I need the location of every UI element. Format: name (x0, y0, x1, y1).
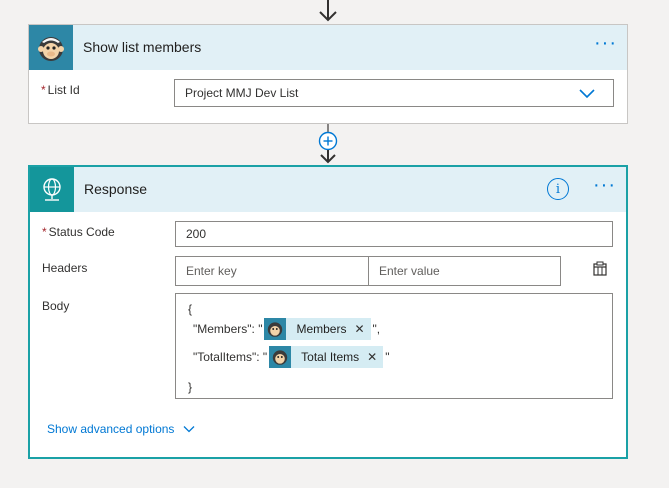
switch-text-mode-icon[interactable] (592, 261, 608, 277)
header-key-placeholder: Enter key (186, 264, 237, 278)
mailchimp-action-card[interactable]: Show list members ··· * List Id Project M… (28, 24, 628, 124)
more-options-button[interactable]: ··· (593, 175, 616, 195)
show-advanced-options-label: Show advanced options (47, 422, 175, 436)
chevron-down-icon (183, 426, 195, 433)
chevron-down-icon[interactable] (579, 87, 595, 99)
response-action-card[interactable]: Response i ··· * Status Code 200 Headers … (28, 165, 628, 459)
total-items-token-label: Total Items (301, 350, 360, 364)
globe-request-icon (30, 167, 74, 212)
members-token[interactable]: Members ✕ (264, 318, 371, 340)
total-key-text: "TotalItems": " (193, 350, 268, 364)
headers-label: Headers (42, 261, 88, 275)
list-id-value: Project MMJ Dev List (185, 86, 299, 100)
more-options-button[interactable]: ··· (594, 33, 617, 53)
body-members-line: "Members": " Members ✕ ", (193, 318, 380, 340)
status-code-label: * Status Code (42, 225, 115, 239)
mailchimp-monkey-icon (269, 346, 292, 368)
body-editor[interactable]: { "Members": " Members ✕ ", "TotalItems"… (175, 293, 613, 399)
mailchimp-card-title: Show list members (83, 39, 202, 55)
list-id-label-text: List Id (47, 83, 80, 97)
list-id-dropdown[interactable]: Project MMJ Dev List (174, 79, 614, 107)
body-total-line: "TotalItems": " Total Items ✕ " (193, 346, 390, 368)
status-code-label-text: Status Code (48, 225, 115, 239)
info-icon[interactable]: i (547, 178, 569, 200)
response-card-header[interactable]: Response i ··· (30, 167, 626, 212)
mailchimp-monkey-icon (29, 25, 73, 70)
mailchimp-card-header[interactable]: Show list members ··· (29, 25, 627, 70)
remove-token-icon[interactable]: ✕ (367, 350, 377, 364)
mailchimp-monkey-icon (264, 318, 287, 340)
header-value-input[interactable]: Enter value (368, 256, 561, 286)
remove-token-icon[interactable]: ✕ (354, 322, 364, 336)
required-mark: * (42, 225, 47, 239)
header-value-placeholder: Enter value (379, 264, 440, 278)
insert-step-connector (318, 124, 338, 164)
body-close-brace: } (188, 380, 193, 394)
response-card-title: Response (84, 181, 148, 197)
status-code-value: 200 (186, 227, 207, 241)
members-token-label: Members (296, 322, 347, 336)
show-advanced-options-link[interactable]: Show advanced options (47, 422, 195, 436)
required-mark: * (41, 83, 46, 97)
status-code-input[interactable]: 200 (175, 221, 613, 247)
body-label: Body (42, 299, 70, 313)
list-id-label: * List Id (41, 83, 80, 97)
total-items-token[interactable]: Total Items ✕ (269, 346, 384, 368)
members-suffix-text: ", (372, 322, 381, 336)
flow-arrow-icon (319, 0, 337, 22)
plus-circle-icon[interactable] (318, 131, 338, 151)
body-open-brace: { (188, 302, 193, 316)
total-suffix-text: " (385, 350, 390, 364)
members-key-text: "Members": " (193, 322, 263, 336)
header-key-input[interactable]: Enter key (175, 256, 369, 286)
